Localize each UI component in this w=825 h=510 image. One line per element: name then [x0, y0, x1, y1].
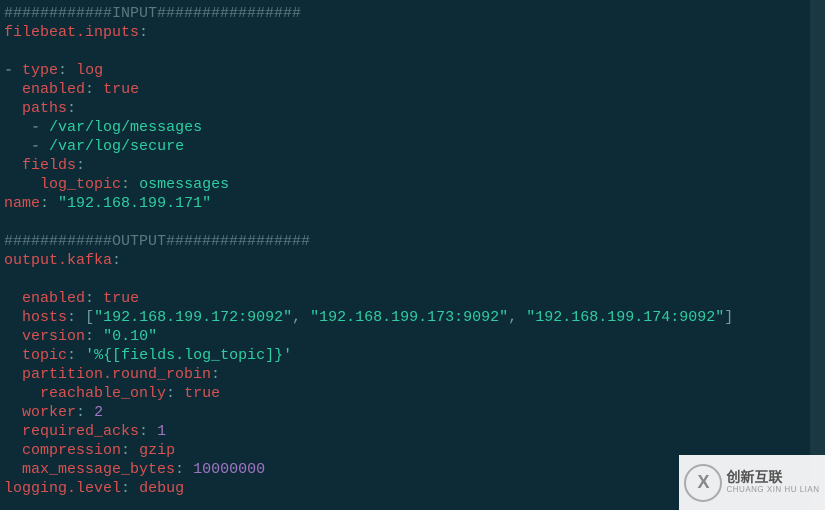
yaml-config-code: ############INPUT################ filebe…	[0, 0, 825, 510]
watermark-line2: CHUANG XIN HU LIAN	[726, 486, 819, 495]
watermark-text: 创新互联 CHUANG XIN HU LIAN	[726, 470, 819, 494]
input-section-comment: ############INPUT################	[4, 5, 301, 22]
filebeat-inputs-key: filebeat.inputs	[4, 24, 139, 41]
watermark-badge: X 创新互联 CHUANG XIN HU LIAN	[679, 455, 825, 510]
output-kafka-key: output.kafka	[4, 252, 112, 269]
vertical-scrollbar[interactable]	[810, 0, 825, 510]
output-section-comment: ############OUTPUT################	[4, 233, 310, 250]
watermark-line1: 创新互联	[726, 470, 819, 485]
watermark-logo-icon: X	[684, 464, 722, 502]
